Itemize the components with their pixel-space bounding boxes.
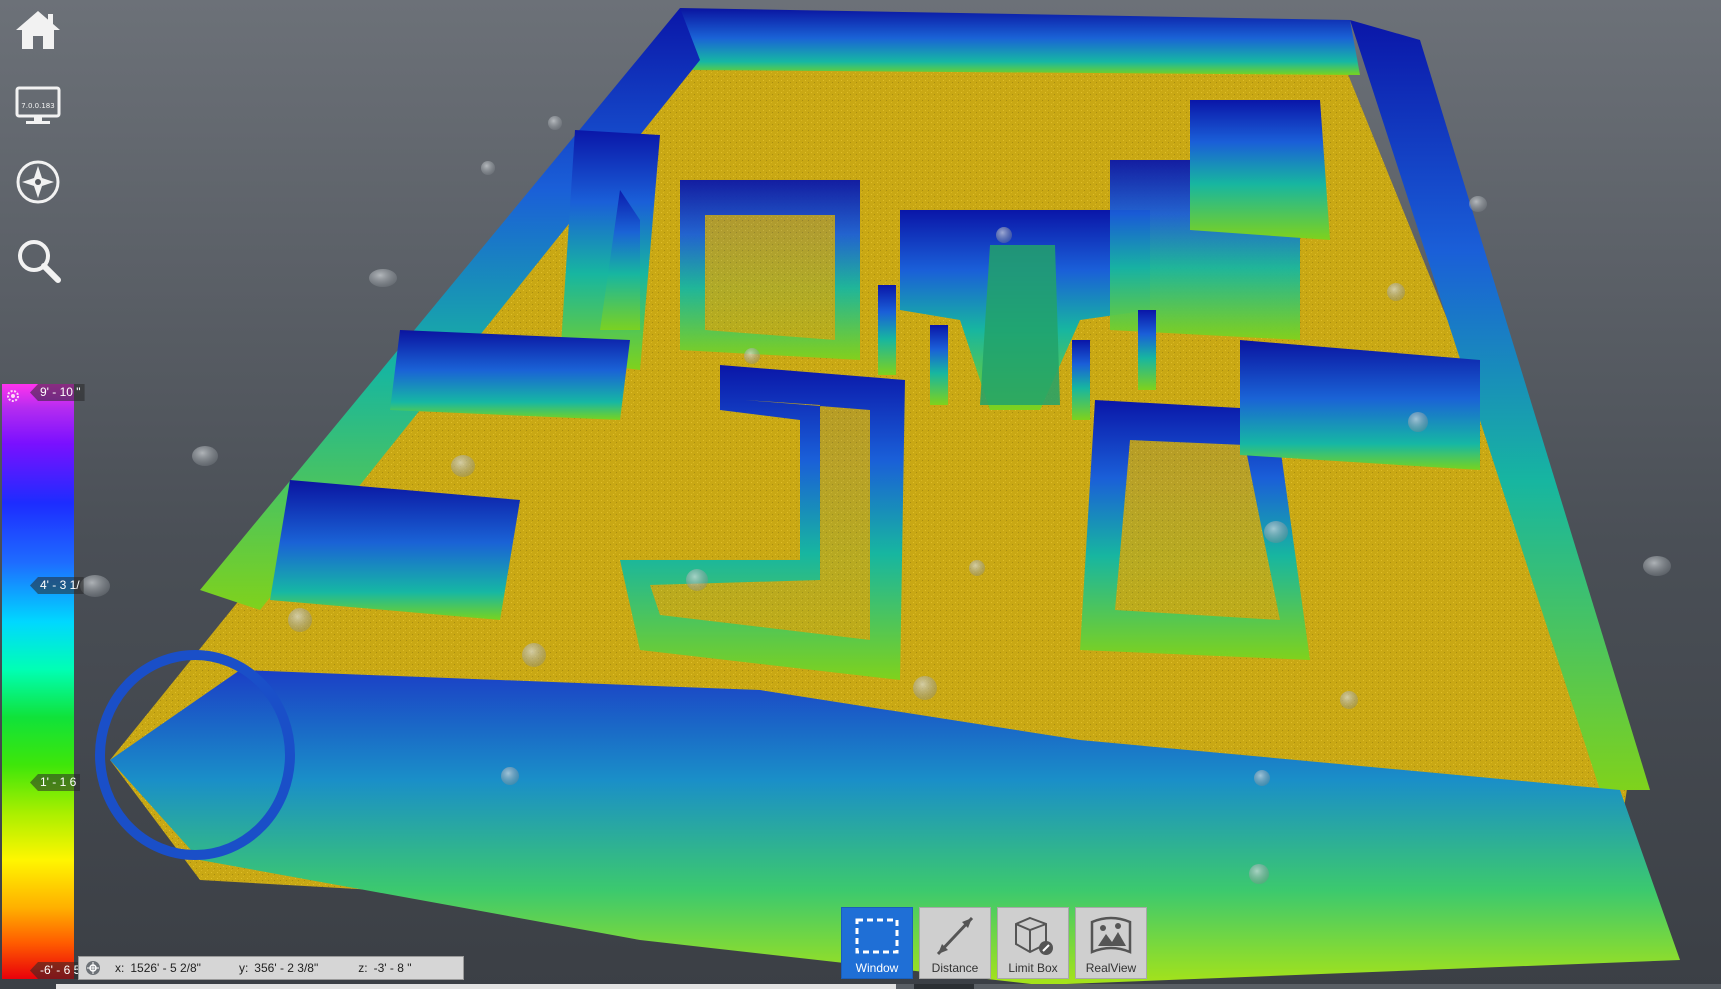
window-select-label: Window	[855, 961, 899, 975]
y-label: y:	[238, 961, 249, 975]
limit-box-label: Limit Box	[1008, 961, 1058, 975]
measurement-toolbar: Window Distance Limit Box RealView	[841, 907, 1147, 979]
gear-icon[interactable]	[5, 388, 21, 404]
legend-tick[interactable]: 1' - 1 6	[30, 774, 81, 791]
outer-wall-back	[680, 8, 1360, 75]
z-label: z:	[358, 961, 368, 975]
realview-button[interactable]: RealView	[1075, 907, 1147, 979]
window-select-button[interactable]: Window	[841, 907, 913, 979]
legend-tick[interactable]: 4' - 3 1/	[30, 577, 84, 594]
inner-wall	[270, 480, 520, 620]
x-value: 1526' - 5 2/8"	[130, 961, 201, 975]
distance-icon	[936, 916, 974, 956]
column	[1138, 310, 1156, 390]
inner-room-left-floor	[705, 215, 835, 340]
y-value: 356' - 2 3/8"	[254, 961, 319, 975]
monitor-button[interactable]: 7.0.0.183	[12, 80, 64, 132]
search-button[interactable]	[12, 234, 64, 286]
home-button[interactable]	[12, 4, 64, 56]
realview-label: RealView	[1085, 961, 1137, 975]
search-icon	[18, 240, 61, 283]
navigation-mode-button[interactable]	[12, 156, 64, 208]
elevation-color-legend: 9' - 10 " 4' - 3 1/ 1' - 1 6 -6' - 6 5	[0, 384, 85, 979]
point-cloud-viewport[interactable]	[0, 0, 1721, 989]
home-icon	[16, 11, 60, 49]
selection-window-icon	[855, 918, 899, 954]
x-label: x:	[115, 961, 125, 975]
z-value: -3' - 8 "	[373, 961, 412, 975]
legend-tick-min[interactable]: -6' - 6 5	[30, 962, 85, 979]
distance-button[interactable]: Distance	[919, 907, 991, 979]
column	[878, 285, 896, 375]
limit-box-button[interactable]: Limit Box	[997, 907, 1069, 979]
monitor-icon: 7.0.0.183	[15, 86, 61, 124]
realview-icon	[1090, 916, 1132, 954]
inner-wall-right	[1240, 340, 1480, 470]
coordinate-readout: x: 1526' - 5 2/8" y: 356' - 2 3/8" z: -3…	[78, 956, 464, 980]
monitor-version-text: 7.0.0.183	[21, 102, 54, 110]
legend-tick-max[interactable]: 9' - 10 "	[30, 384, 85, 401]
distance-label: Distance	[931, 961, 979, 975]
limit-box-icon	[1015, 916, 1053, 955]
column	[1072, 340, 1090, 420]
column	[930, 325, 948, 405]
bottom-status-strip	[56, 984, 1721, 989]
inner-wall-right	[1190, 100, 1330, 240]
compass-icon	[16, 160, 60, 204]
legend-gradient-bar	[2, 384, 74, 979]
central-stair	[980, 245, 1060, 405]
crosshair-icon	[86, 961, 100, 975]
inner-wall	[390, 330, 630, 420]
